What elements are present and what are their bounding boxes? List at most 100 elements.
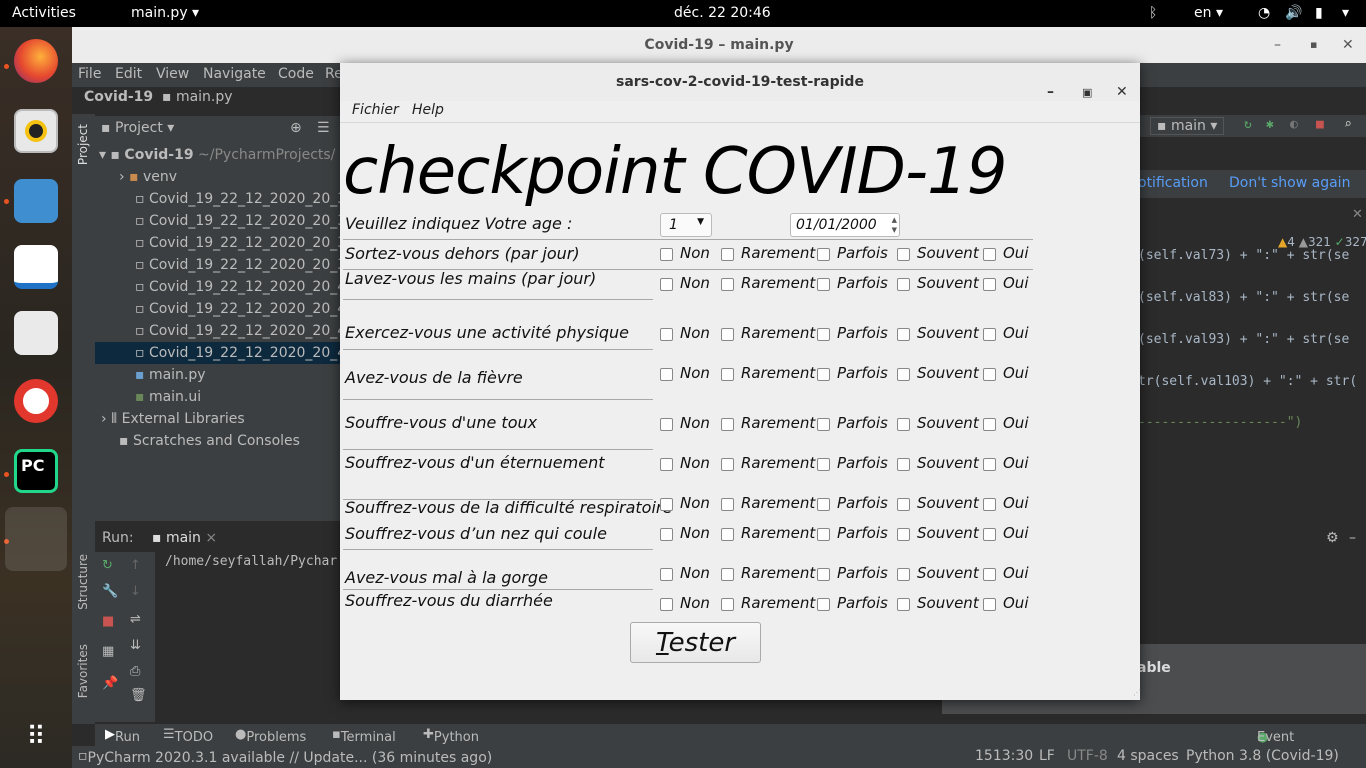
favorites-tool-tab[interactable]: Favorites <box>76 644 90 698</box>
project-tool-tab[interactable]: Project <box>76 124 90 165</box>
option-checkbox[interactable] <box>983 278 996 291</box>
option-label[interactable]: Rarement <box>741 414 815 432</box>
option-checkbox[interactable] <box>660 368 673 381</box>
option-label[interactable]: Parfois <box>837 324 888 342</box>
tree-external-libraries[interactable]: › ⦀ External Libraries <box>101 408 245 430</box>
tree-file[interactable]: ▫ Covid_19_22_12_2020_20_3 <box>135 254 346 276</box>
option-label[interactable]: Rarement <box>741 524 815 542</box>
option-checkbox[interactable] <box>817 498 830 511</box>
option-label[interactable]: Non <box>680 454 710 472</box>
option-checkbox[interactable] <box>660 528 673 541</box>
system-menu-icon[interactable]: ▾ <box>1342 5 1349 21</box>
code-editor[interactable]: ▪ main ▾ ↻ ✱ ◐ ■ ⌕ otification Don't sho… <box>1138 115 1366 525</box>
option-label[interactable]: Parfois <box>837 454 888 472</box>
option-checkbox[interactable] <box>817 248 830 261</box>
close-notification-icon[interactable]: ✕ <box>1352 207 1363 222</box>
tree-root[interactable]: ▾ ▪ Covid-19 ~/PycharmProjects/ <box>99 144 335 166</box>
option-label[interactable]: Rarement <box>741 274 815 292</box>
option-checkbox[interactable] <box>721 528 734 541</box>
bluetooth-icon[interactable]: ᛒ <box>1149 5 1157 21</box>
dont-show-again-link[interactable]: Don't show again <box>1229 175 1350 191</box>
close-button[interactable]: ✕ <box>1342 27 1354 63</box>
writer-icon[interactable] <box>14 245 58 289</box>
run-tab-main[interactable]: ▪ main × <box>152 530 217 546</box>
option-checkbox[interactable] <box>721 498 734 511</box>
option-label[interactable]: Rarement <box>741 244 815 262</box>
option-label[interactable]: Souvent <box>917 324 979 342</box>
tab-todo[interactable]: ☰ TODO <box>163 727 213 745</box>
option-label[interactable]: Souvent <box>917 454 979 472</box>
option-label[interactable]: Oui <box>1003 454 1028 472</box>
option-checkbox[interactable] <box>817 368 830 381</box>
age-select[interactable]: 1 ▼ <box>660 213 712 237</box>
option-label[interactable]: Non <box>680 364 710 382</box>
option-label[interactable]: Oui <box>1003 414 1028 432</box>
battery-icon[interactable]: ▮ <box>1315 5 1323 21</box>
option-checkbox[interactable] <box>721 418 734 431</box>
option-checkbox[interactable] <box>983 418 996 431</box>
stop-icon[interactable]: ■ <box>1316 117 1324 132</box>
tree-venv[interactable]: › ▪ venv <box>119 166 177 188</box>
hide-icon[interactable]: – <box>1349 530 1356 546</box>
option-label[interactable]: Parfois <box>837 494 888 512</box>
option-label[interactable]: Souvent <box>917 274 979 292</box>
tree-file[interactable]: ▫ Covid_19_22_12_2020_20_3 <box>135 232 346 254</box>
option-checkbox[interactable] <box>660 328 673 341</box>
status-message[interactable]: ▫ PyCharm 2020.3.1 available // Update..… <box>78 748 492 766</box>
firefox-icon[interactable] <box>14 39 58 83</box>
debug-icon[interactable]: ✱ <box>1266 117 1274 132</box>
tree-file-selected[interactable]: ▫ Covid_19_22_12_2020_20_4 <box>95 342 346 364</box>
option-label[interactable]: Oui <box>1003 274 1028 292</box>
tree-file[interactable]: ▫ Covid_19_22_12_2020_20_3 <box>135 210 346 232</box>
option-label[interactable]: Oui <box>1003 244 1028 262</box>
option-label[interactable]: Non <box>680 274 710 292</box>
option-checkbox[interactable] <box>983 328 996 341</box>
option-checkbox[interactable] <box>721 278 734 291</box>
settings-icon[interactable]: ⚙ <box>1326 530 1339 546</box>
search-icon[interactable]: ⌕ <box>1344 117 1352 132</box>
locate-icon[interactable]: ⊕ <box>290 117 302 139</box>
option-checkbox[interactable] <box>660 418 673 431</box>
menu-navigate[interactable]: Navigate <box>203 66 266 82</box>
scroll-end-icon[interactable]: ⇊ <box>130 638 141 653</box>
breadcrumb-project[interactable]: Covid-19 <box>84 89 153 113</box>
menu-edit[interactable]: Edit <box>115 66 142 82</box>
breadcrumb-file[interactable]: ▪ main.py <box>162 89 233 113</box>
option-label[interactable]: Parfois <box>837 524 888 542</box>
menu-fichier[interactable]: Fichier <box>352 102 399 118</box>
minimize-button[interactable]: – <box>1274 27 1281 63</box>
interpreter[interactable]: Python 3.8 (Covid-19) <box>1186 748 1339 764</box>
option-label[interactable]: Non <box>680 564 710 582</box>
tab-python-console[interactable]: ✚ Python Console <box>423 727 486 760</box>
option-label[interactable]: Souvent <box>917 244 979 262</box>
option-label[interactable]: Souvent <box>917 524 979 542</box>
python-app-icon[interactable] <box>5 507 67 571</box>
option-label[interactable]: Rarement <box>741 594 815 612</box>
option-checkbox[interactable] <box>660 458 673 471</box>
tree-file[interactable]: ▫ Covid_19_22_12_2020_20_3 <box>135 188 346 210</box>
trash-icon[interactable]: 🗑 <box>130 688 147 703</box>
option-checkbox[interactable] <box>817 568 830 581</box>
tree-file[interactable]: ▫ Covid_19_22_12_2020_20_4 <box>135 320 346 342</box>
option-label[interactable]: Rarement <box>741 454 815 472</box>
option-checkbox[interactable] <box>817 528 830 541</box>
rerun-icon[interactable]: ↻ <box>1244 117 1252 132</box>
menu-code[interactable]: Code <box>278 66 314 82</box>
option-label[interactable]: Oui <box>1003 364 1028 382</box>
indent-setting[interactable]: 4 spaces <box>1117 748 1179 764</box>
tree-file[interactable]: ▫ Covid_19_22_12_2020_20_4 <box>135 298 346 320</box>
files-icon[interactable] <box>14 179 58 223</box>
inspection-widget[interactable]: ▲4 ▲321 ✓327 <box>1278 235 1366 249</box>
tab-terminal[interactable]: ▪ Terminal <box>332 727 396 745</box>
option-label[interactable]: Souvent <box>917 494 979 512</box>
volume-icon[interactable]: 🔊 <box>1285 5 1302 21</box>
option-label[interactable]: Parfois <box>837 244 888 262</box>
option-checkbox[interactable] <box>721 248 734 261</box>
help-icon[interactable] <box>14 379 58 423</box>
option-checkbox[interactable] <box>897 568 910 581</box>
option-label[interactable]: Rarement <box>741 494 815 512</box>
project-header[interactable]: ▪ Project ▾ <box>101 117 174 139</box>
up-icon[interactable]: ↑ <box>130 558 141 573</box>
option-checkbox[interactable] <box>817 418 830 431</box>
tree-file[interactable]: ▫ Covid_19_22_12_2020_20_4 <box>135 276 346 298</box>
